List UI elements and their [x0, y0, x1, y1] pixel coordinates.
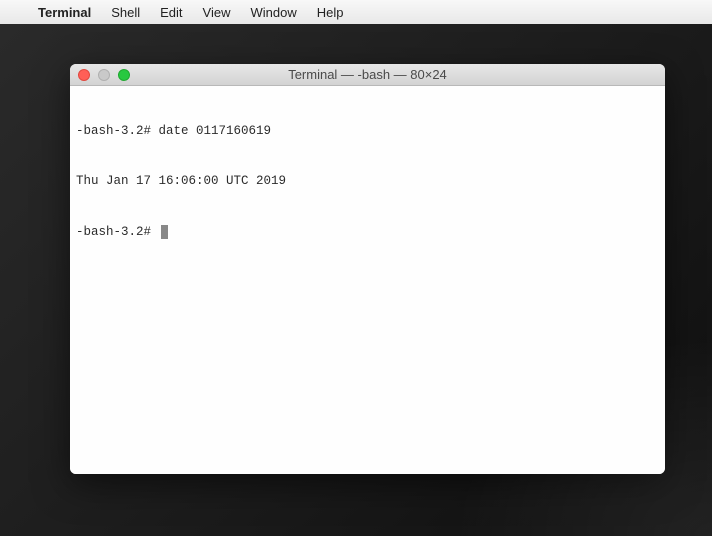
- terminal-line: -bash-3.2# date 0117160619: [76, 123, 659, 140]
- window-title: Terminal — -bash — 80×24: [70, 67, 665, 82]
- menubar-item-view[interactable]: View: [203, 5, 231, 20]
- minimize-button[interactable]: [98, 69, 110, 81]
- menubar-item-window[interactable]: Window: [251, 5, 297, 20]
- window-titlebar[interactable]: Terminal — -bash — 80×24: [70, 64, 665, 86]
- terminal-line: Thu Jan 17 16:06:00 UTC 2019: [76, 173, 659, 190]
- menubar-app-name[interactable]: Terminal: [38, 5, 91, 20]
- menubar-item-edit[interactable]: Edit: [160, 5, 182, 20]
- close-button[interactable]: [78, 69, 90, 81]
- maximize-button[interactable]: [118, 69, 130, 81]
- menubar-item-help[interactable]: Help: [317, 5, 344, 20]
- traffic-lights: [78, 69, 130, 81]
- terminal-prompt-line: -bash-3.2#: [76, 224, 659, 241]
- menubar-item-shell[interactable]: Shell: [111, 5, 140, 20]
- terminal-window: Terminal — -bash — 80×24 -bash-3.2# date…: [70, 64, 665, 474]
- terminal-content[interactable]: -bash-3.2# date 0117160619 Thu Jan 17 16…: [70, 86, 665, 474]
- system-menubar: Terminal Shell Edit View Window Help: [0, 0, 712, 24]
- cursor-icon: [161, 225, 168, 239]
- terminal-prompt: -bash-3.2#: [76, 225, 159, 239]
- desktop-background: Terminal — -bash — 80×24 -bash-3.2# date…: [0, 24, 712, 536]
